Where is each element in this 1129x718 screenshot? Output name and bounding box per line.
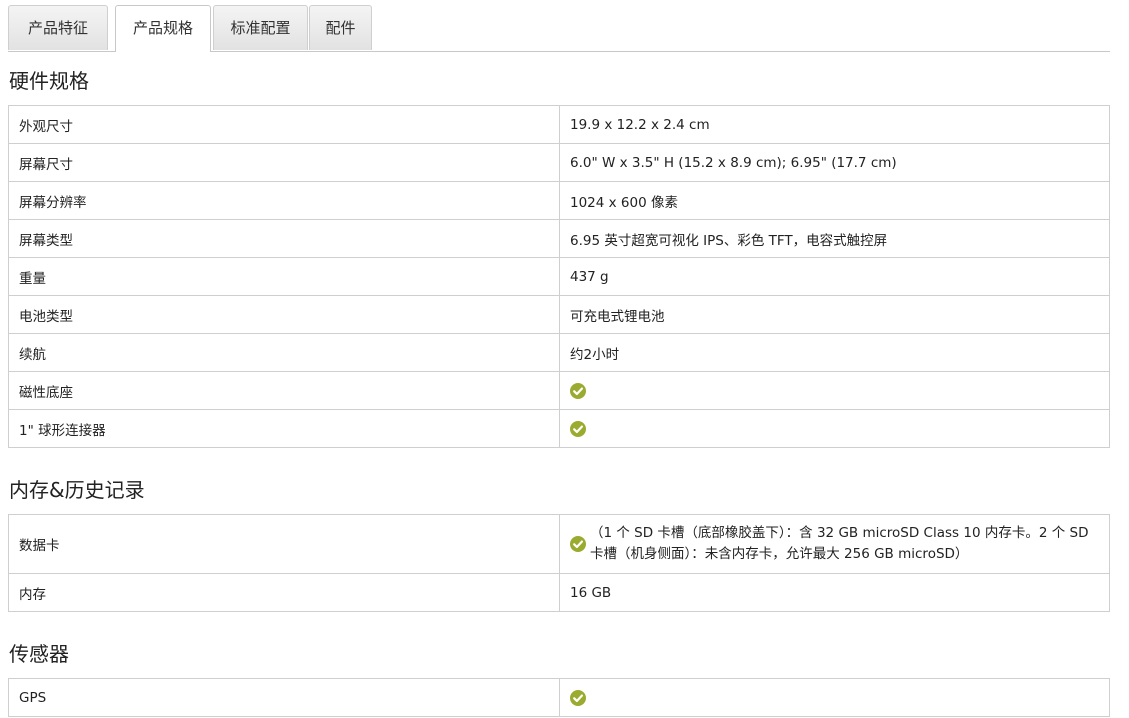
spec-value: 19.9 x 12.2 x 2.4 cm: [559, 105, 1110, 144]
spec-label: 电池类型: [8, 295, 560, 334]
check-circle-icon: [570, 689, 586, 706]
spec-label: 屏幕分辨率: [8, 181, 560, 220]
spec-label: 续航: [8, 333, 560, 372]
spec-value: 可充电式锂电池: [559, 295, 1110, 334]
spec-label: 屏幕类型: [8, 219, 560, 258]
spec-label: 磁性底座: [8, 371, 560, 410]
spec-value: [559, 678, 1110, 717]
table-row: 屏幕分辨率 1024 x 600 像素: [8, 181, 1110, 220]
spec-label: 屏幕尺寸: [8, 143, 560, 182]
tab-accessories[interactable]: 配件: [309, 5, 372, 50]
table-row: 1" 球形连接器: [8, 409, 1110, 448]
spec-label: 数据卡: [8, 514, 560, 574]
table-row: 续航 约2小时: [8, 333, 1110, 372]
section-title-sensors: 传感器: [9, 642, 69, 666]
table-row: 外观尺寸 19.9 x 12.2 x 2.4 cm: [8, 105, 1110, 144]
spec-value: 1024 x 600 像素: [559, 181, 1110, 220]
memory-spec-table: 数据卡 （1 个 SD 卡槽（底部橡胶盖下）：含 32 GB microSD C…: [8, 514, 1110, 612]
table-row: 屏幕尺寸 6.0" W x 3.5" H (15.2 x 8.9 cm); 6.…: [8, 143, 1110, 182]
spec-value: 6.0" W x 3.5" H (15.2 x 8.9 cm); 6.95" (…: [559, 143, 1110, 182]
section-title-memory-history: 内存&历史记录: [9, 478, 145, 502]
spec-label: 外观尺寸: [8, 105, 560, 144]
table-row: 磁性底座: [8, 371, 1110, 410]
spec-label: 内存: [8, 573, 560, 612]
table-row: 内存 16 GB: [8, 573, 1110, 612]
table-row: 电池类型 可充电式锂电池: [8, 295, 1110, 334]
spec-value: [559, 409, 1110, 448]
spec-label: GPS: [8, 678, 560, 717]
section-title-hardware: 硬件规格: [9, 69, 89, 93]
spec-value: （1 个 SD 卡槽（底部橡胶盖下）：含 32 GB microSD Class…: [559, 514, 1110, 574]
spec-value: [559, 371, 1110, 410]
tab-features[interactable]: 产品特征: [8, 5, 108, 50]
check-circle-icon: [570, 382, 586, 399]
table-row: GPS: [8, 678, 1110, 717]
spec-value: 6.95 英寸超宽可视化 IPS、彩色 TFT，电容式触控屏: [559, 219, 1110, 258]
table-row: 屏幕类型 6.95 英寸超宽可视化 IPS、彩色 TFT，电容式触控屏: [8, 219, 1110, 258]
table-row: 数据卡 （1 个 SD 卡槽（底部橡胶盖下）：含 32 GB microSD C…: [8, 514, 1110, 574]
spec-value: 约2小时: [559, 333, 1110, 372]
spec-value: 16 GB: [559, 573, 1110, 612]
product-spec-page: 产品特征 产品规格 标准配置 配件 硬件规格 外观尺寸 19.9 x 12.2 …: [0, 0, 1129, 718]
tab-bar: 产品特征 产品规格 标准配置 配件: [8, 0, 1110, 52]
spec-value-text: （1 个 SD 卡槽（底部橡胶盖下）：含 32 GB microSD Class…: [590, 525, 1089, 562]
tab-specifications[interactable]: 产品规格: [115, 5, 211, 52]
tab-standard-config[interactable]: 标准配置: [213, 5, 308, 50]
check-circle-icon: [570, 420, 586, 437]
spec-label: 重量: [8, 257, 560, 296]
table-row: 重量 437 g: [8, 257, 1110, 296]
hardware-spec-table: 外观尺寸 19.9 x 12.2 x 2.4 cm 屏幕尺寸 6.0" W x …: [8, 105, 1110, 448]
sensor-spec-table: GPS: [8, 678, 1110, 717]
spec-value: 437 g: [559, 257, 1110, 296]
spec-label: 1" 球形连接器: [8, 409, 560, 448]
check-circle-icon: [570, 536, 586, 552]
